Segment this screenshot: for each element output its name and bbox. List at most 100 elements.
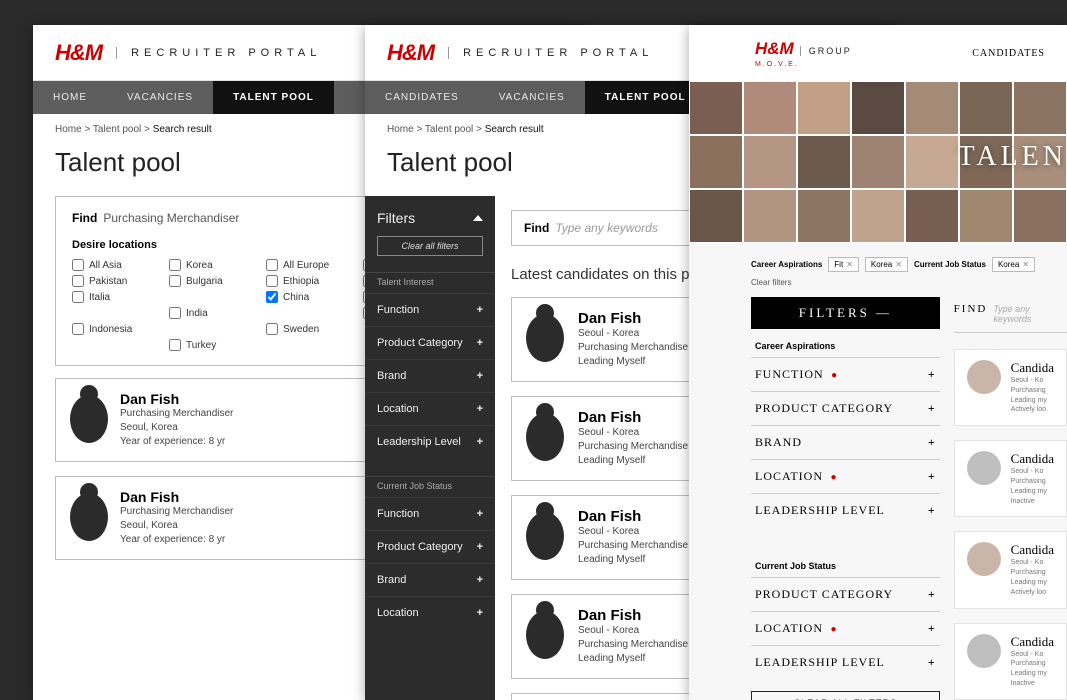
collapse-icon: —	[876, 305, 892, 320]
location-checkbox[interactable]: Turkey	[169, 339, 258, 351]
expand-icon: +	[477, 574, 483, 586]
filter-row[interactable]: Brand+	[365, 359, 495, 392]
checkbox[interactable]	[169, 339, 181, 351]
tab-candidates[interactable]: CANDIDATES	[950, 25, 1067, 81]
nav-talent-pool[interactable]: TALENT POOL	[585, 81, 706, 114]
checkbox[interactable]	[266, 291, 278, 303]
expand-icon: +	[477, 337, 483, 349]
checkbox[interactable]	[72, 291, 84, 303]
crumb-talent-pool[interactable]: Talent pool	[93, 124, 141, 135]
filter-row[interactable]: Product Category+	[365, 326, 495, 359]
candidate-name: Dan Fish	[578, 409, 688, 426]
find-input[interactable]: FIND Type any keywords	[954, 297, 1067, 333]
logo-hm: H&M	[55, 40, 102, 66]
checkbox[interactable]	[169, 275, 181, 287]
candidate-name: Dan Fish	[578, 508, 688, 525]
checkbox[interactable]	[72, 259, 84, 271]
location-checkbox[interactable]: Pakistan	[72, 275, 161, 287]
filter-group-label: Career Aspirations	[751, 329, 940, 357]
nav-vacancies[interactable]: VACANCIES	[107, 81, 213, 114]
candidate-role: Purchasing Merchandise	[578, 638, 688, 652]
checkbox[interactable]	[169, 307, 181, 319]
checkbox[interactable]	[72, 275, 84, 287]
filter-row[interactable]: Function+	[365, 497, 495, 530]
filter-row[interactable]: Product Category+	[365, 530, 495, 563]
clear-all-filters-button[interactable]: CLEAR ALL FILTERS	[751, 691, 940, 700]
find-placeholder: Type any keywords	[993, 304, 1067, 324]
crumb-current: Search result	[153, 124, 212, 135]
candidate-name: Candida	[1011, 360, 1054, 376]
chip-remove-icon[interactable]: ✕	[1022, 260, 1029, 269]
filter-row[interactable]: LEADERSHIP LEVEL+	[751, 493, 940, 527]
location-checkbox[interactable]: India	[169, 307, 258, 319]
active-dot-icon: ●	[828, 370, 839, 381]
filter-chip[interactable]: Korea✕	[865, 257, 908, 272]
location-checkbox[interactable]: Italia	[72, 291, 161, 303]
candidate-location: Seoul - Korea	[578, 327, 688, 341]
filter-row[interactable]: LOCATION ●+	[751, 459, 940, 493]
crumb-talent-pool[interactable]: Talent pool	[425, 124, 473, 135]
filter-row[interactable]: PRODUCT CATEGORY+	[751, 391, 940, 425]
location-checkbox[interactable]: Ethiopia	[266, 275, 355, 287]
filter-row[interactable]: FUNCTION ●+	[751, 357, 940, 391]
hero-title: TALEN	[957, 141, 1067, 173]
location-checkbox[interactable]: All Europe	[266, 259, 355, 271]
filter-chip[interactable]: Fit✕	[828, 257, 859, 272]
filter-row[interactable]: PRODUCT CATEGORY+	[751, 577, 940, 611]
filter-row[interactable]: Function+	[365, 293, 495, 326]
candidate-status: Inactive	[1011, 679, 1054, 689]
checkbox[interactable]	[266, 259, 278, 271]
nav-talent-pool[interactable]: TALENT POOL	[213, 81, 334, 114]
candidate-leadership: Leading Myself	[578, 553, 688, 567]
checkbox[interactable]	[169, 259, 181, 271]
clear-all-filters-button[interactable]: Clear all filters	[377, 236, 483, 256]
checkbox[interactable]	[266, 275, 278, 287]
avatar-icon	[526, 512, 564, 560]
filter-row[interactable]: LOCATION ●+	[751, 611, 940, 645]
nav-vacancies[interactable]: VACANCIES	[479, 81, 585, 114]
nav-candidates[interactable]: CANDIDATES	[365, 81, 479, 114]
filter-row[interactable]: LEADERSHIP LEVEL+	[751, 645, 940, 679]
filters-header[interactable]: Filters	[365, 196, 495, 236]
candidate-name: Candida	[1011, 634, 1054, 650]
nav-home[interactable]: HOME	[33, 81, 107, 114]
filter-chip[interactable]: Korea✕	[992, 257, 1035, 272]
find-label: FIND	[954, 303, 988, 315]
filters-header[interactable]: FILTERS—	[751, 297, 940, 329]
filters-panel: FILTERS— Career Aspirations FUNCTION ●+P…	[751, 297, 940, 700]
location-checkbox[interactable]: Korea	[169, 259, 258, 271]
filter-row[interactable]: Brand+	[365, 563, 495, 596]
filter-row[interactable]: BRAND+	[751, 425, 940, 459]
avatar-icon	[526, 314, 564, 362]
chip-group-label: Career Aspirations	[751, 260, 822, 269]
expand-icon: +	[928, 621, 936, 636]
candidate-leadership: Leading Myself	[578, 454, 688, 468]
checkbox[interactable]	[266, 323, 278, 335]
crumb-home[interactable]: Home	[55, 124, 82, 135]
candidate-card[interactable]: CandidaSeoul - KoPurchasingLeading myAct…	[954, 349, 1067, 426]
chip-remove-icon[interactable]: ✕	[846, 260, 853, 269]
checkbox[interactable]	[72, 323, 84, 335]
crumb-home[interactable]: Home	[387, 124, 414, 135]
filter-row[interactable]: Location+	[365, 596, 495, 629]
expand-icon: +	[928, 367, 936, 382]
filter-row[interactable]: Leadership Level+	[365, 425, 495, 458]
candidate-role: Purchasing Merchandise	[578, 440, 688, 454]
logo-hm-group: H&MGROUP M.O.V.E.	[755, 39, 852, 68]
chip-remove-icon[interactable]: ✕	[895, 260, 902, 269]
crumb-current: Search result	[485, 124, 544, 135]
find-placeholder: Type any keywords	[555, 221, 658, 235]
candidate-card[interactable]: CandidaSeoul - KoPurchasingLeading myAct…	[954, 531, 1067, 608]
location-checkbox[interactable]: Bulgaria	[169, 275, 258, 287]
location-checkbox[interactable]: All Asia	[72, 259, 161, 271]
expand-icon: +	[928, 503, 936, 518]
location-checkbox[interactable]: Sweden	[266, 323, 355, 335]
screen-group-portal: H&MGROUP M.O.V.E. CANDIDATES TALEN Caree…	[689, 25, 1067, 700]
candidate-card[interactable]: CandidaSeoul - KoPurchasingLeading myIna…	[954, 440, 1067, 517]
location-checkbox[interactable]: China	[266, 291, 355, 303]
filter-row[interactable]: Location+	[365, 392, 495, 425]
clear-filters-link[interactable]: Clear filters	[751, 278, 791, 287]
location-checkbox[interactable]: Indonesia	[72, 323, 161, 335]
candidate-card[interactable]: CandidaSeoul - KoPurchasingLeading myIna…	[954, 623, 1067, 700]
candidate-role: Purchasing Merchandise	[578, 341, 688, 355]
